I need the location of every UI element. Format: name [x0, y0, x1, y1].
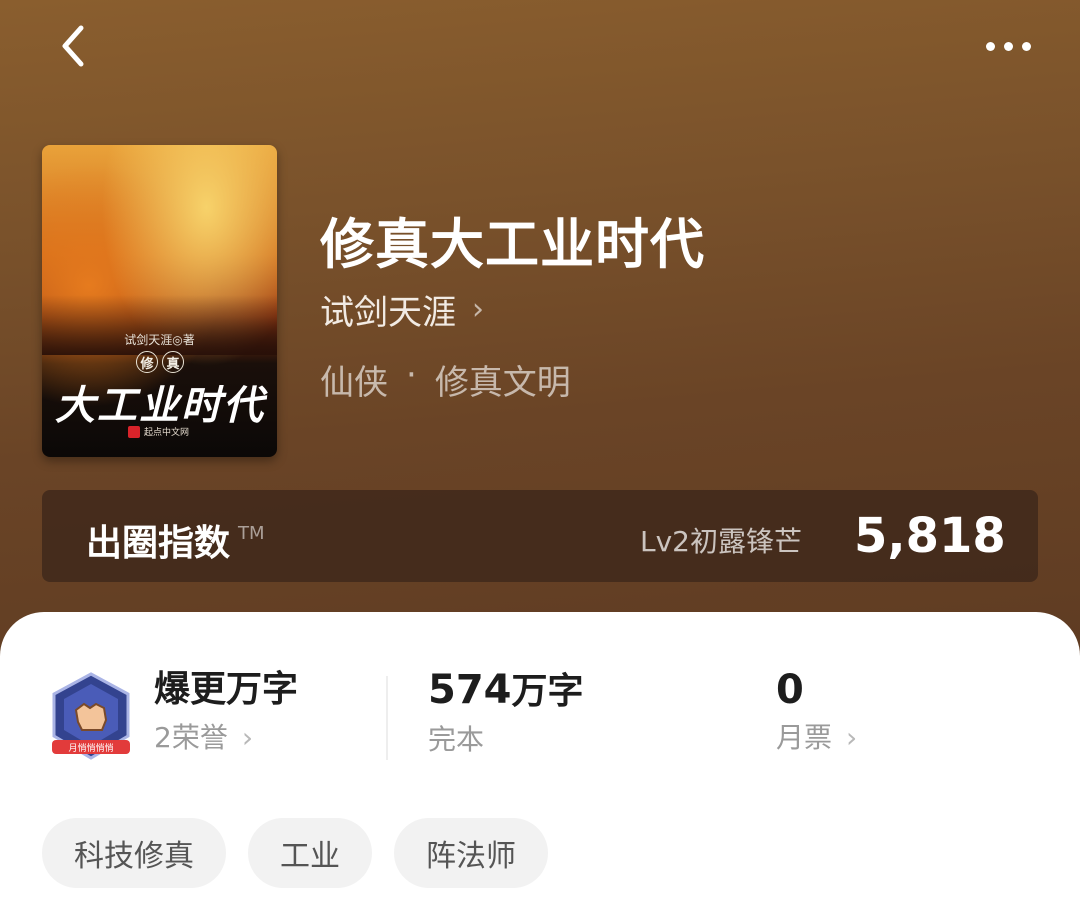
cover-publisher: 起点中文网 — [128, 425, 189, 438]
completion-status: 完本 — [428, 723, 485, 756]
honor-stat[interactable]: 爆更万字 2荣誉 › — [154, 666, 298, 762]
badge-caption: 月悄悄悄悄 — [68, 742, 113, 754]
honor-title: 爆更万字 — [154, 669, 299, 710]
index-level: Lv2初露锋芒 — [640, 525, 802, 558]
word-count-number: 574 — [428, 667, 512, 713]
word-count-unit: 万字 — [511, 671, 584, 712]
more-dot — [1021, 41, 1031, 51]
tag-list: 科技修真 工业 阵法师 — [42, 818, 548, 888]
popularity-index-bar[interactable]: 出圈指数 TM Lv2初露锋芒 5,818 › — [42, 490, 1038, 582]
trademark-mark: TM — [238, 523, 265, 544]
genre-primary: 仙侠 — [320, 363, 388, 403]
monthly-ticket-text: 月票 — [776, 721, 833, 754]
book-title: 修真大工业时代 — [320, 212, 705, 276]
genre-secondary: 修真文明 — [434, 363, 571, 403]
book-genre: 仙侠 · 修真文明 — [320, 355, 571, 404]
cover-seal-char: 真 — [162, 351, 184, 373]
chevron-left-icon — [62, 25, 84, 67]
author-link[interactable]: 试剑天涯 › — [320, 287, 484, 333]
publisher-name: 起点中文网 — [144, 428, 190, 438]
chevron-right-icon: › — [241, 721, 254, 754]
cover-seal-char: 修 — [136, 351, 158, 373]
more-options-button[interactable] — [972, 24, 1044, 68]
genre-separator: · — [406, 355, 417, 395]
monthly-ticket-stat[interactable]: 0 月票 › — [776, 666, 857, 762]
cover-author: 试剑天涯◎著 — [124, 333, 195, 347]
monthly-ticket-label: 月票 › — [776, 714, 857, 762]
book-cover[interactable]: 试剑天涯◎著 修 真 大工业时代 起点中文网 — [42, 145, 277, 457]
back-button[interactable] — [44, 18, 100, 74]
stat-divider — [386, 676, 388, 760]
chevron-right-icon: › — [846, 721, 858, 754]
more-dots-icon — [985, 41, 995, 51]
chevron-right-icon: › — [974, 514, 989, 555]
chevron-right-icon: › — [472, 291, 484, 327]
tag-chip[interactable]: 阵法师 — [394, 818, 548, 888]
word-count-stat: 574万字 完本 — [428, 666, 584, 764]
honor-count-text: 2荣誉 — [154, 721, 228, 754]
cover-seal: 修 真 — [130, 351, 190, 373]
word-count: 574万字 — [428, 666, 584, 716]
honor-count: 2荣誉 › — [154, 714, 298, 762]
monthly-ticket-count: 0 — [776, 667, 804, 713]
cover-title: 大工业时代 — [55, 382, 265, 429]
index-label: 出圈指数 TM — [86, 514, 265, 566]
honor-badge-icon[interactable]: 月悄悄悄悄 — [46, 670, 136, 764]
index-label-text: 出圈指数 — [86, 523, 231, 564]
publisher-logo-icon — [128, 425, 140, 438]
more-dot — [1003, 41, 1013, 51]
tag-chip[interactable]: 工业 — [248, 818, 372, 888]
tag-chip[interactable]: 科技修真 — [42, 818, 226, 888]
author-name: 试剑天涯 — [320, 292, 456, 333]
